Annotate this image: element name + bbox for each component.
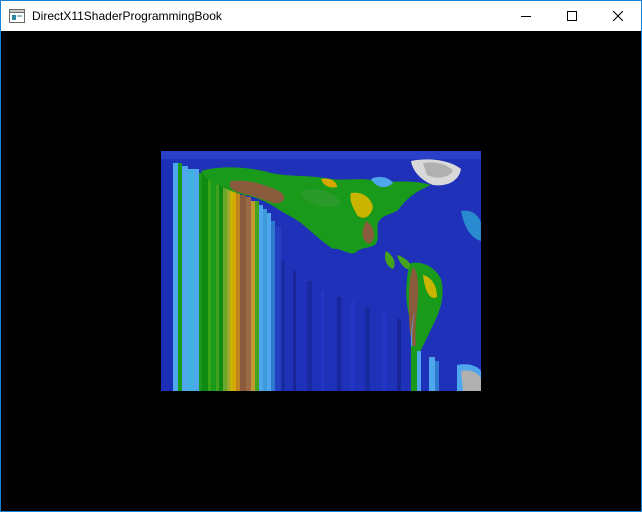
app-icon — [9, 9, 25, 23]
maximize-button[interactable] — [549, 1, 595, 31]
close-icon — [613, 11, 623, 21]
maximize-icon — [567, 11, 577, 21]
minimize-icon — [521, 16, 531, 17]
rendered-texture-quad — [161, 151, 481, 391]
app-window: DirectX11ShaderProgrammingBook — [0, 0, 642, 512]
render-viewport[interactable] — [1, 31, 641, 511]
close-button[interactable] — [595, 1, 641, 31]
title-bar[interactable]: DirectX11ShaderProgrammingBook — [1, 1, 641, 31]
minimize-button[interactable] — [503, 1, 549, 31]
top-edge — [161, 151, 481, 159]
window-title: DirectX11ShaderProgrammingBook — [32, 9, 222, 23]
